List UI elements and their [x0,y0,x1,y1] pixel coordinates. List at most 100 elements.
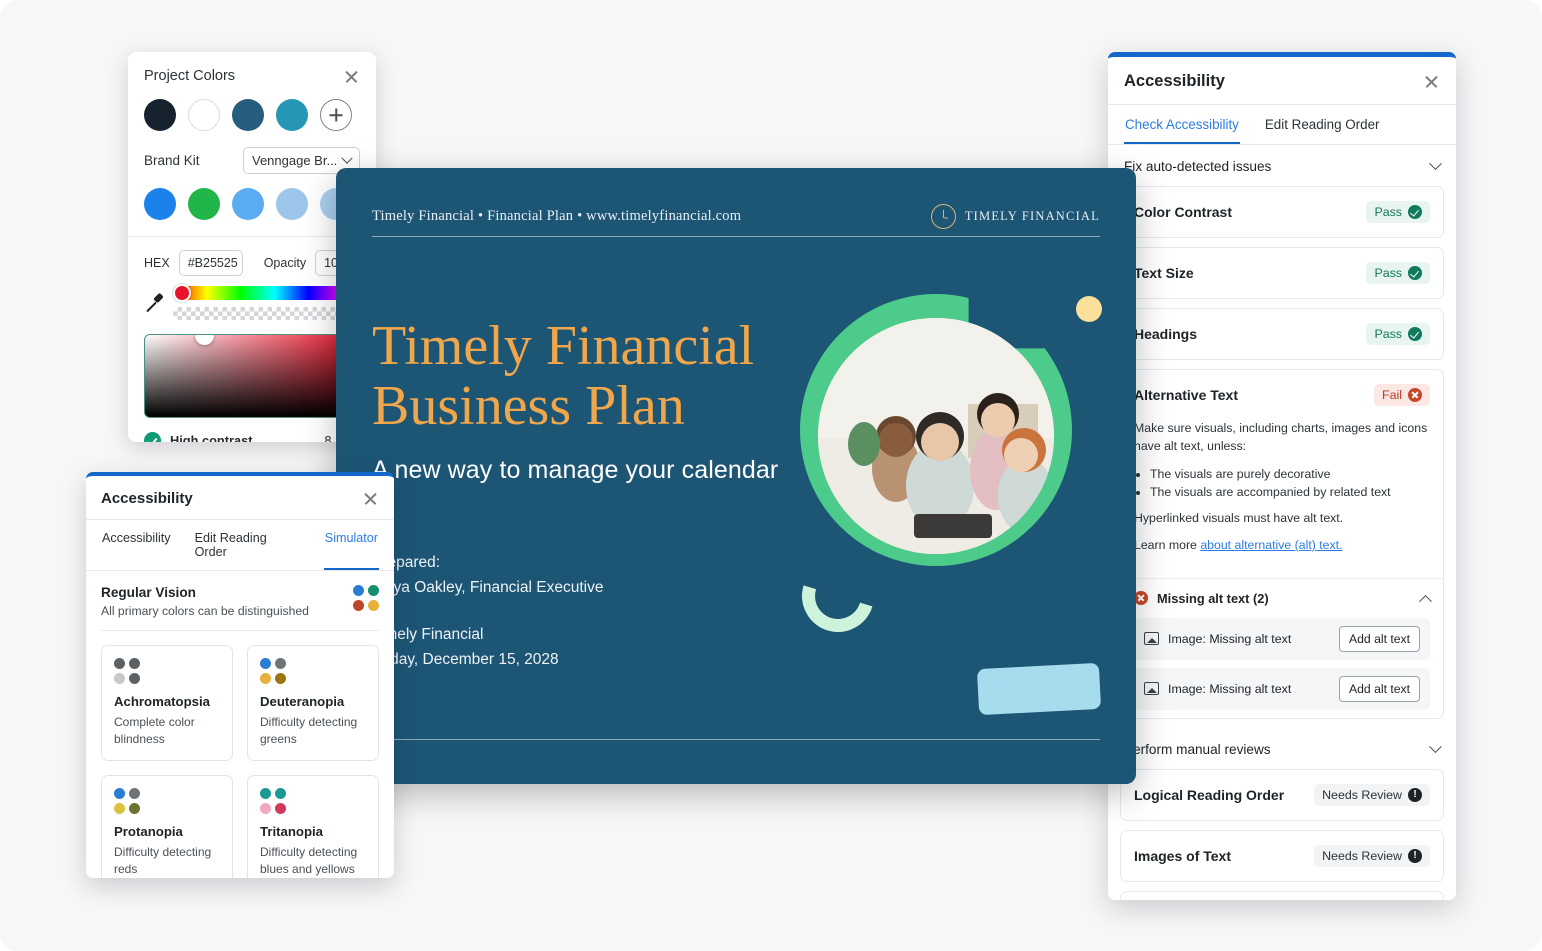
color-dot [275,803,286,815]
color-swatch[interactable] [276,99,308,131]
check-row: Use of Color Needs Review [1121,892,1443,900]
sim-card-achromatopsia[interactable]: Achromatopsia Complete color blindness [101,645,233,762]
info-circle-icon [1408,848,1422,863]
chevron-up-icon [1419,594,1432,608]
brand-logo: TIMELY FINANCIAL [930,204,1100,229]
check-row: Headings Pass [1121,309,1443,359]
color-dot [129,788,140,800]
color-dot [114,803,125,815]
slide-title: Timely Financial Business Plan [372,315,755,438]
status-text: Needs Review [1322,848,1402,863]
sim-card-tritanopia[interactable]: Tritanopia Difficulty detecting blues an… [247,775,379,878]
status-badge: Pass [1366,201,1430,223]
status-badge: Pass [1366,323,1430,345]
opacity-label: Opacity [263,256,307,270]
brand-swatch[interactable] [232,188,264,220]
section-perform-manual-reviews[interactable]: Perform manual reviews [1108,728,1456,769]
hex-label: HEX [144,256,170,270]
status-text: Fail [1382,388,1402,402]
section-label: Fix auto-detected issues [1124,159,1272,174]
check-circle-icon [1408,327,1422,341]
eyedropper-icon[interactable] [144,294,164,316]
simulator-panel[interactable]: Accessibility Accessibility Edit Reading… [86,472,394,878]
regular-vision-text: Regular Vision All primary colors can be… [101,585,309,618]
alt-text-link[interactable]: about alternative (alt) text. [1200,538,1342,552]
check-card-alternative-text[interactable]: Alternative Text Fail Make sure visuals,… [1120,369,1444,719]
status-text: Pass [1374,327,1402,341]
status-badge: Pass [1366,262,1430,284]
alt-text-bullet: The visuals are accompanied by related t… [1150,483,1430,501]
tab-check-accessibility[interactable]: Check Accessibility [1124,105,1240,144]
chevron-down-icon [341,152,353,164]
hex-input[interactable]: #B25525 [178,250,243,276]
check-card-headings[interactable]: Headings Pass [1120,308,1444,360]
add-alt-text-button[interactable]: Add alt text [1339,625,1420,652]
tab-simulator[interactable]: Simulator [323,520,379,570]
close-icon[interactable] [343,68,360,85]
hue-slider-knob[interactable] [173,284,191,302]
alt-text-note: Hyperlinked visuals must have alt text. [1134,511,1344,526]
section-fix-auto-detected[interactable]: Fix auto-detected issues [1108,145,1456,186]
saturation-value-area[interactable] [144,334,360,418]
sim-card-desc: Difficulty detecting reds [114,845,212,876]
chevron-down-icon [1429,157,1442,171]
saturation-knob[interactable] [195,335,214,345]
check-row: Text Size Pass [1121,248,1443,298]
simulator-panel-title: Accessibility [101,490,193,507]
team-photo-illustration [818,318,1054,554]
color-swatch[interactable] [188,99,220,131]
error-circle-icon [1134,591,1148,606]
tab-edit-reading-order[interactable]: Edit Reading Order [1264,105,1381,144]
add-alt-text-button[interactable]: Add alt text [1339,675,1420,702]
check-name: Text Size [1134,265,1194,281]
missing-alt-item[interactable]: Image: Missing alt text Add alt text [1134,667,1430,710]
add-color-button[interactable] [320,99,352,131]
presentation-slide[interactable]: Timely Financial • Financial Plan • www.… [336,168,1136,784]
color-swatch[interactable] [232,99,264,131]
missing-alt-item[interactable]: Image: Missing alt text Add alt text [1134,617,1430,660]
brand-swatch[interactable] [188,188,220,220]
check-card-text-size[interactable]: Text Size Pass [1120,247,1444,299]
color-dot [275,658,286,669]
brand-swatch[interactable] [276,188,308,220]
status-badge: Needs Review [1314,844,1430,867]
sim-card-protanopia[interactable]: Protanopia Difficulty detecting reds [101,775,233,878]
check-name: Images of Text [1134,847,1231,864]
check-circle-icon [1408,205,1422,219]
check-name: Color Contrast [1134,204,1232,220]
alt-text-bullets: The visuals are purely decorative The vi… [1150,465,1430,501]
project-colors-header: Project Colors [128,52,376,85]
slide-date: Friday, December 15, 2028 [372,651,559,669]
logo-text: TIMELY FINANCIAL [964,209,1100,223]
check-card-logical-reading-order[interactable]: Logical Reading Order Needs Review [1120,768,1444,821]
slide-company: Timely Financial [372,626,484,644]
sim-card-desc: Difficulty detecting blues and yellows [260,845,358,876]
regular-vision-title: Regular Vision [101,585,196,600]
check-card-images-of-text[interactable]: Images of Text Needs Review [1120,829,1444,882]
status-text: Pass [1374,266,1402,280]
color-dot [368,600,379,611]
tab-edit-reading-order[interactable]: Edit Reading Order [194,520,302,570]
alt-text-learn-more: Learn more about alternative (alt) text. [1134,537,1430,555]
brand-swatch[interactable] [144,188,176,220]
close-icon[interactable] [362,490,379,507]
decorative-rectangle [976,662,1102,716]
tab-accessibility[interactable]: Accessibility [101,520,172,570]
image-icon [1144,632,1159,646]
sim-card-deuteranopia[interactable]: Deuteranopia Difficulty detecting greens [247,645,379,762]
project-colors-title: Project Colors [144,68,236,84]
alt-text-bullet: The visuals are purely decorative [1150,465,1430,483]
close-icon[interactable] [1423,73,1440,90]
missing-alt-text-header[interactable]: Missing alt text (2) [1121,577,1443,618]
check-card-use-of-color[interactable]: Use of Color Needs Review [1120,890,1444,900]
color-swatch[interactable] [144,99,176,131]
accessibility-panel[interactable]: Accessibility Check Accessibility Edit R… [1108,52,1456,900]
sim-card-title: Tritanopia [260,824,324,840]
color-dot [260,803,271,815]
color-dot [260,788,271,800]
missing-alt-text-title: Missing alt text (2) [1157,590,1269,606]
color-dot [129,803,140,815]
team-photo[interactable] [818,318,1054,554]
check-card-color-contrast[interactable]: Color Contrast Pass [1120,186,1444,238]
color-dot [353,585,364,596]
